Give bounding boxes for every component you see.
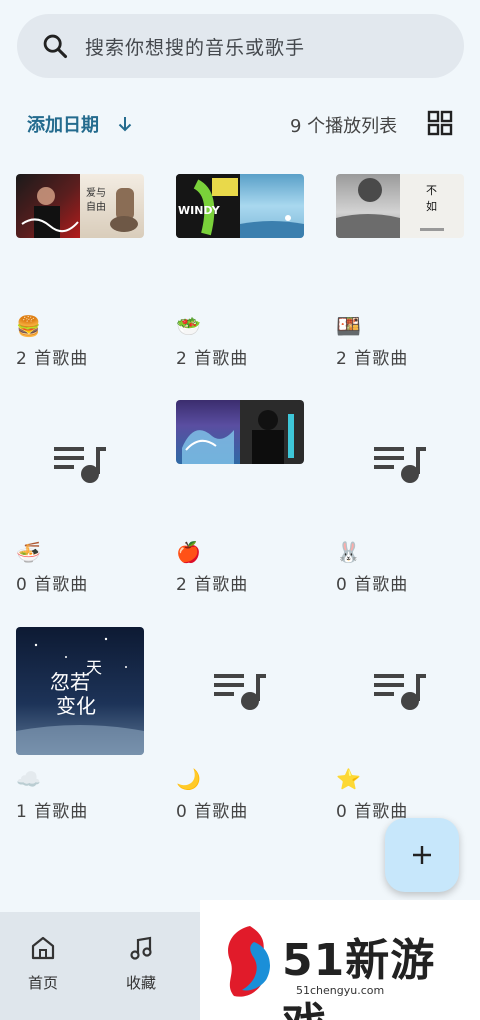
playlist-cover: 忽若 天 变化 (16, 627, 144, 755)
song-count: 2 首歌曲 (176, 349, 249, 369)
playlist-placeholder (16, 400, 144, 528)
search-bar[interactable]: 搜索你想搜的音乐或歌手 (17, 14, 464, 78)
svg-text:爱与: 爱与 (86, 186, 106, 199)
playlist-count: 9 个播放列表 (290, 116, 398, 137)
svg-text:天: 天 (86, 658, 102, 677)
watermark-url: 51chengyu.com (296, 984, 385, 997)
playlist-cover: 不如 (336, 174, 464, 238)
watermark: 51新游戏 51chengyu.com (200, 900, 480, 1020)
svg-text:自由: 自由 (86, 200, 106, 213)
playlist-placeholder (336, 627, 464, 755)
svg-text:忽若: 忽若 (50, 670, 90, 694)
playlist-icon (214, 674, 266, 710)
playlist-emoji: 🥗 (176, 314, 201, 338)
music-note-icon (130, 936, 152, 960)
playlist-emoji: 🌙 (176, 767, 201, 791)
watermark-logo-icon (228, 926, 270, 997)
arrow-down-icon (118, 117, 132, 132)
svg-text:WINDY: WINDY (178, 204, 221, 217)
nav-favorites[interactable]: 收藏 (111, 934, 171, 993)
playlist-emoji: 🐰 (336, 540, 361, 564)
song-count: 2 首歌曲 (336, 349, 409, 369)
playlist-cover: 爱与 自由 (16, 174, 144, 238)
song-count: 2 首歌曲 (176, 575, 249, 595)
playlist-icon (374, 447, 426, 483)
svg-text:变化: 变化 (56, 694, 96, 718)
playlist-emoji: 🍱 (336, 314, 361, 338)
home-icon (31, 936, 55, 960)
playlist-emoji: ⭐ (336, 767, 361, 791)
search-icon (43, 34, 68, 59)
playlist-emoji: ☁️ (16, 767, 41, 791)
playlist-icon (374, 674, 426, 710)
sort-selector[interactable]: 添加日期 (27, 108, 135, 140)
nav-favorites-label: 收藏 (125, 974, 156, 992)
grid-view-icon[interactable] (427, 110, 453, 136)
search-placeholder: 搜索你想搜的音乐或歌手 (85, 36, 306, 59)
playlist-cover: WINDY (176, 174, 304, 238)
playlist-icon (54, 447, 106, 483)
add-playlist-button[interactable] (385, 818, 459, 892)
playlist-emoji: 🍜 (16, 540, 41, 564)
svg-text:不: 不 (426, 184, 437, 197)
song-count: 0 首歌曲 (176, 802, 249, 822)
song-count: 0 首歌曲 (16, 575, 89, 595)
song-count: 0 首歌曲 (336, 575, 409, 595)
song-count: 1 首歌曲 (16, 802, 89, 822)
plus-icon (413, 846, 431, 864)
playlist-cover (176, 400, 304, 464)
playlist-emoji: 🍔 (16, 314, 41, 338)
playlist-placeholder (176, 627, 304, 755)
nav-home-label: 首页 (27, 974, 58, 992)
playlist-emoji: 🍎 (176, 540, 201, 564)
sort-label: 添加日期 (27, 115, 99, 136)
song-count: 2 首歌曲 (16, 349, 89, 369)
playlist-placeholder (336, 400, 464, 528)
nav-home[interactable]: 首页 (13, 934, 73, 993)
watermark-brand: 51新游戏 (282, 935, 436, 1020)
svg-text:如: 如 (426, 199, 437, 213)
